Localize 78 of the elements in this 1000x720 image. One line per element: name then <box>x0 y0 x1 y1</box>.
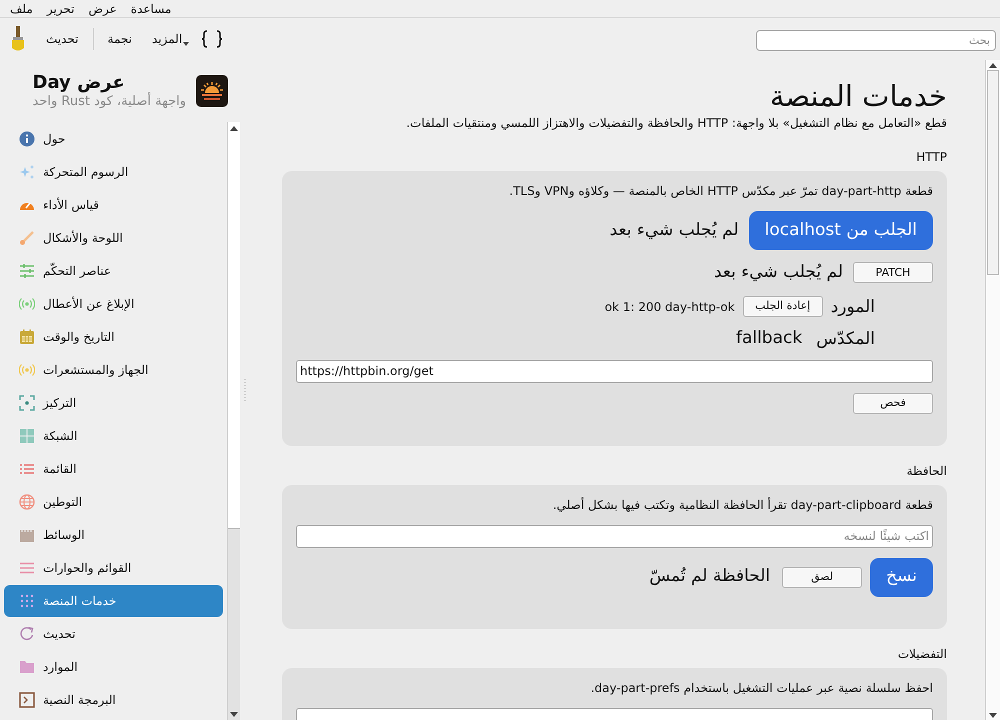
status-text: لم يُجلب شيء بعد <box>610 218 739 242</box>
refresh-icon <box>19 626 35 642</box>
sidebar-item[interactable]: القوائم والحوارات <box>4 552 223 584</box>
sidebar-item[interactable]: حول <box>4 122 223 154</box>
section-heading: التفضيلات <box>896 646 947 662</box>
sidebar-item[interactable]: الشبكة <box>4 420 223 452</box>
brush-icon <box>19 230 35 246</box>
sidebar-item[interactable]: الجهاز والمستشعرات <box>4 354 223 386</box>
scrollbar[interactable] <box>227 122 240 720</box>
app-subtitle: واجهة أصلية، كود Rust واحد <box>32 94 186 110</box>
card-description: قطعة day-part-clipboard تقرأ الحافظة النظامية وتكتب فيها بشكل أصلي. <box>552 496 933 514</box>
sidebar-item[interactable]: القائمة <box>4 452 223 484</box>
folder-icon <box>19 658 35 674</box>
sidebar-item[interactable]: قياس الأداء <box>4 188 223 220</box>
card-description: احفظ سلسلة نصية عبر عمليات التشغيل باستخدام day-part-prefs. <box>590 680 933 697</box>
field-value: fallback <box>736 326 802 350</box>
sidebar-item[interactable]: التاريخ والوقت <box>4 320 223 352</box>
sidebar-item[interactable]: البرمجة النصية <box>4 684 223 716</box>
terminal-icon <box>19 692 35 708</box>
broadcast-icon <box>19 296 35 312</box>
braces-icon[interactable] <box>201 30 224 48</box>
down-arrow-icon[interactable] <box>230 712 238 716</box>
splitter-handle-icon[interactable] <box>244 379 246 401</box>
menu-item[interactable]: مساعدة <box>130 0 172 18</box>
field-label: المكدّس <box>816 328 875 350</box>
search-field[interactable]: بحث <box>756 30 996 51</box>
globe-icon <box>19 494 35 510</box>
primary-button[interactable]: الجلب من localhost <box>748 211 933 250</box>
info-icon <box>19 130 35 146</box>
primary-button[interactable]: نسخ <box>870 558 933 596</box>
sidebar-item[interactable]: عناصر التحكّم <box>4 254 223 286</box>
up-arrow-icon[interactable] <box>230 126 238 130</box>
page-description: قطع «التعامل مع نظام التشغيل» بلا واجهة: HTTP والحافظة والتفضيلات والاهتزاز اللمسي ومنتقيات الملفات. <box>405 115 947 132</box>
menu-icon <box>19 560 35 576</box>
button[interactable]: فحص <box>853 392 933 414</box>
input-field[interactable]: https://httpbin.org/get <box>296 360 933 382</box>
app-title: عرض Day <box>32 72 125 93</box>
broadcast-icon <box>19 362 35 378</box>
calendar-icon <box>19 328 35 344</box>
status-text: الحافظة لم تُمسّ <box>649 565 770 588</box>
more-menu-button[interactable]: المزيد <box>150 30 192 48</box>
sparkles-icon <box>19 164 35 180</box>
menu-item[interactable]: عرض <box>88 0 117 18</box>
button[interactable]: إعادة الجلب <box>742 296 823 317</box>
sidebar-item[interactable]: الوسائط <box>4 518 223 550</box>
sidebar-item[interactable]: الإبلاغ عن الأعطال <box>4 288 223 320</box>
down-arrow-icon[interactable] <box>989 712 997 718</box>
sidebar-item[interactable]: خدمات المنصة <box>4 584 223 616</box>
page-title: خدمات المنصة <box>768 78 947 114</box>
status-text: لم يُجلب شيء بعد <box>714 261 843 284</box>
field-value: ok 1: 200 day-http-ok <box>604 298 735 316</box>
scrollbar-thumb[interactable] <box>228 528 240 708</box>
button[interactable]: لصق <box>782 566 862 588</box>
sidebar-item[interactable]: اللوحة والأشكال <box>4 222 223 254</box>
menu-item[interactable]: ملف <box>10 0 33 18</box>
sidebar-item[interactable]: التوطين <box>4 486 223 518</box>
input-field[interactable]: اكتب شيئًا لنسخه <box>296 524 933 548</box>
sunset-logo-icon <box>196 75 228 107</box>
scrollbar-thumb[interactable] <box>987 70 999 275</box>
section-heading: HTTP <box>915 149 947 166</box>
button[interactable]: PATCH <box>853 262 933 284</box>
sidebar-item[interactable]: تحديث <box>4 618 223 650</box>
caret-icon <box>183 42 190 46</box>
toolbar-button[interactable]: نجمة <box>106 30 134 48</box>
toolbar-button[interactable]: تحديث <box>44 30 81 48</box>
focus-frame-icon <box>19 394 35 410</box>
scrollbar[interactable] <box>985 60 1000 720</box>
card-description: قطعة day-part-http تمرّ عبر مكدّس HTTP الخاص بالمنصة — وكلاؤه وVPN وTLS. <box>508 183 933 200</box>
grid-icon <box>19 428 35 444</box>
menu-item[interactable]: تحرير <box>46 0 74 18</box>
sidebar-item[interactable]: الرسوم المتحركة <box>4 156 223 188</box>
sidebar-item[interactable]: التركيز <box>4 386 223 418</box>
sidebar-item[interactable]: الموارد <box>4 650 223 682</box>
section-heading: الحافظة <box>906 462 947 480</box>
field-label: المورد <box>830 296 875 318</box>
dots-grid-icon <box>19 592 35 608</box>
up-arrow-icon[interactable] <box>989 62 997 68</box>
sliders-icon <box>19 262 35 278</box>
